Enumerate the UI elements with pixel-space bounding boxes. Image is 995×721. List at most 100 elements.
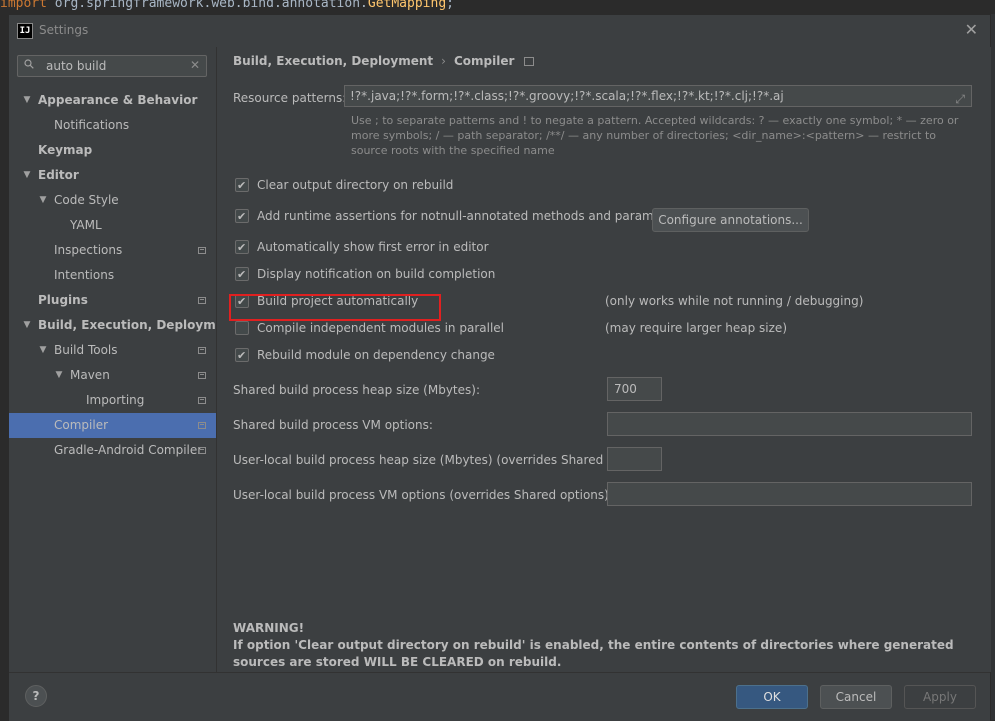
- tree-item-label: Editor: [38, 168, 79, 182]
- tree-item-label: Notifications: [54, 118, 130, 132]
- tree-item-label: Code Style: [54, 193, 119, 207]
- tree-item-label: Maven: [70, 368, 110, 382]
- tree-item-build-tools[interactable]: ▼ Build Tools: [9, 338, 216, 363]
- tree-item-maven[interactable]: ▼ Maven: [9, 363, 216, 388]
- search-input[interactable]: [46, 58, 186, 74]
- tree-item-keymap[interactable]: Keymap: [9, 138, 216, 163]
- vm-options-input[interactable]: [607, 412, 972, 436]
- tree-item-label: Appearance & Behavior: [38, 93, 198, 107]
- tree-item-inspections[interactable]: Inspections: [9, 238, 216, 263]
- tree-item-label: Compiler: [54, 418, 109, 432]
- settings-sidebar: ✕ ▼ Appearance & Behavior Notifications Key…: [9, 47, 239, 672]
- tree-item-label: Build Tools: [54, 343, 118, 357]
- tree-item-label: Gradle-Android Compiler: [54, 443, 203, 457]
- checkbox-label[interactable]: Rebuild module on dependency change: [257, 345, 495, 365]
- checkbox[interactable]: [235, 207, 249, 227]
- local-vm-options-input[interactable]: [607, 482, 972, 506]
- apply-button[interactable]: Apply: [904, 685, 976, 709]
- warning-title: WARNING!: [233, 621, 305, 635]
- background-code-line: import org.springframework.web.bind.anno…: [0, 0, 454, 11]
- breadcrumb-current: Compiler: [453, 54, 515, 68]
- project-settings-icon: [198, 397, 206, 404]
- resource-patterns-hint: Use ; to separate patterns and ! to nega…: [351, 114, 959, 157]
- chevron-down-icon[interactable]: ▼: [21, 88, 33, 113]
- project-settings-icon: [198, 422, 206, 429]
- tree-item-plugins[interactable]: Plugins: [9, 288, 216, 313]
- title-bar: IJ Settings ✕: [9, 15, 990, 47]
- window-title: Settings: [39, 23, 89, 37]
- tree-item-label: Keymap: [38, 143, 93, 157]
- checkbox[interactable]: [235, 176, 249, 196]
- checkbox[interactable]: [235, 238, 249, 258]
- tree-item-label: Plugins: [38, 293, 88, 307]
- close-icon[interactable]: ✕: [965, 20, 978, 39]
- background-editor: import org.springframework.web.bind.anno…: [0, 0, 995, 14]
- tree-item-importing[interactable]: Importing: [9, 388, 216, 413]
- option-note: (may require larger heap size): [605, 321, 787, 335]
- option-note: (only works while not running / debuggin…: [605, 294, 864, 308]
- tree-item-label: Inspections: [54, 243, 123, 257]
- tree-item-appearance-behavior[interactable]: ▼ Appearance & Behavior: [9, 88, 216, 113]
- breadcrumb: Build, Execution, Deployment › Compiler: [233, 54, 535, 68]
- background-editor-left-edge: [0, 14, 8, 720]
- configure-annotations-button[interactable]: Configure annotations...: [652, 208, 809, 232]
- resource-patterns-label: Resource patterns:: [233, 91, 347, 105]
- project-settings-icon: [198, 447, 206, 454]
- resource-patterns-input[interactable]: !?*.java;!?*.form;!?*.class;!?*.groovy;!…: [344, 85, 972, 107]
- heap-size-label: Shared build process heap size (Mbytes):: [233, 383, 480, 397]
- tree-item-intentions[interactable]: Intentions: [9, 263, 216, 288]
- heap-size-input[interactable]: 700: [607, 377, 662, 401]
- settings-tree: ▼ Appearance & Behavior Notifications Keyma…: [9, 88, 239, 463]
- intellij-icon: IJ: [17, 23, 33, 39]
- checkbox-label[interactable]: Automatically show first error in editor: [257, 237, 489, 257]
- tree-item-editor[interactable]: ▼ Editor: [9, 163, 216, 188]
- chevron-down-icon[interactable]: ▼: [53, 363, 65, 388]
- chevron-down-icon[interactable]: ▼: [37, 338, 49, 363]
- chevron-down-icon[interactable]: ▼: [21, 313, 33, 338]
- local-heap-size-input[interactable]: [607, 447, 662, 471]
- clear-search-icon[interactable]: ✕: [190, 58, 200, 72]
- checkbox-label[interactable]: Clear output directory on rebuild: [257, 175, 453, 195]
- ok-button[interactable]: OK: [736, 685, 808, 709]
- tree-item-label: YAML: [70, 218, 102, 232]
- project-settings-icon: [198, 347, 206, 354]
- dialog-footer: ? OK Cancel Apply: [9, 672, 990, 721]
- tree-item-notifications[interactable]: Notifications: [9, 113, 216, 138]
- breadcrumb-parent[interactable]: Build, Execution, Deployment: [233, 54, 433, 68]
- chevron-down-icon[interactable]: ▼: [21, 163, 33, 188]
- background-editor-right-edge: [991, 14, 995, 720]
- tree-item-gradle-android-compiler[interactable]: Gradle-Android Compiler: [9, 438, 216, 463]
- settings-dialog: IJ Settings ✕ ✕ ▼ Appearance & Behavior No…: [8, 14, 991, 721]
- cancel-button[interactable]: Cancel: [820, 685, 892, 709]
- tree-item-yaml[interactable]: YAML: [9, 213, 216, 238]
- project-settings-icon: [198, 297, 206, 304]
- resource-patterns-value: !?*.java;!?*.form;!?*.class;!?*.groovy;!…: [350, 89, 784, 103]
- checkbox-label[interactable]: Add runtime assertions for notnull-annot…: [257, 206, 684, 226]
- vm-options-label: Shared build process VM options:: [233, 418, 433, 432]
- checkbox-label[interactable]: Display notification on build completion: [257, 264, 495, 284]
- tree-item-label: Importing: [86, 393, 145, 407]
- search-icon: [24, 59, 34, 69]
- highlight-annotation-box: [229, 294, 441, 321]
- tree-item-code-style[interactable]: ▼ Code Style: [9, 188, 216, 213]
- checkbox[interactable]: [235, 321, 249, 335]
- local-heap-size-label: User-local build process heap size (Mbyt…: [233, 453, 640, 467]
- tree-item-label: Intentions: [54, 268, 115, 282]
- tree-item-label: Build, Execution, Deployment: [38, 318, 239, 332]
- expand-icon[interactable]: ⤢: [955, 89, 965, 106]
- project-settings-icon: [198, 247, 206, 254]
- warning-message: WARNING! If option 'Clear output directo…: [233, 620, 983, 671]
- checkbox[interactable]: [235, 346, 249, 366]
- project-settings-icon: [198, 372, 206, 379]
- tree-item-build-execution-deployment[interactable]: ▼ Build, Execution, Deployment: [9, 313, 239, 338]
- local-vm-options-label: User-local build process VM options (ove…: [233, 488, 613, 502]
- compiler-settings-panel: Build, Execution, Deployment › Compiler Re…: [216, 47, 991, 672]
- tree-item-compiler[interactable]: Compiler: [9, 413, 216, 438]
- chevron-down-icon[interactable]: ▼: [37, 188, 49, 213]
- breadcrumb-separator: ›: [441, 54, 446, 68]
- warning-text: If option 'Clear output directory on reb…: [233, 638, 954, 669]
- settings-search[interactable]: ✕: [17, 55, 207, 77]
- help-button[interactable]: ?: [25, 685, 47, 707]
- checkbox-label[interactable]: Compile independent modules in parallel: [257, 318, 504, 338]
- checkbox[interactable]: [235, 265, 249, 285]
